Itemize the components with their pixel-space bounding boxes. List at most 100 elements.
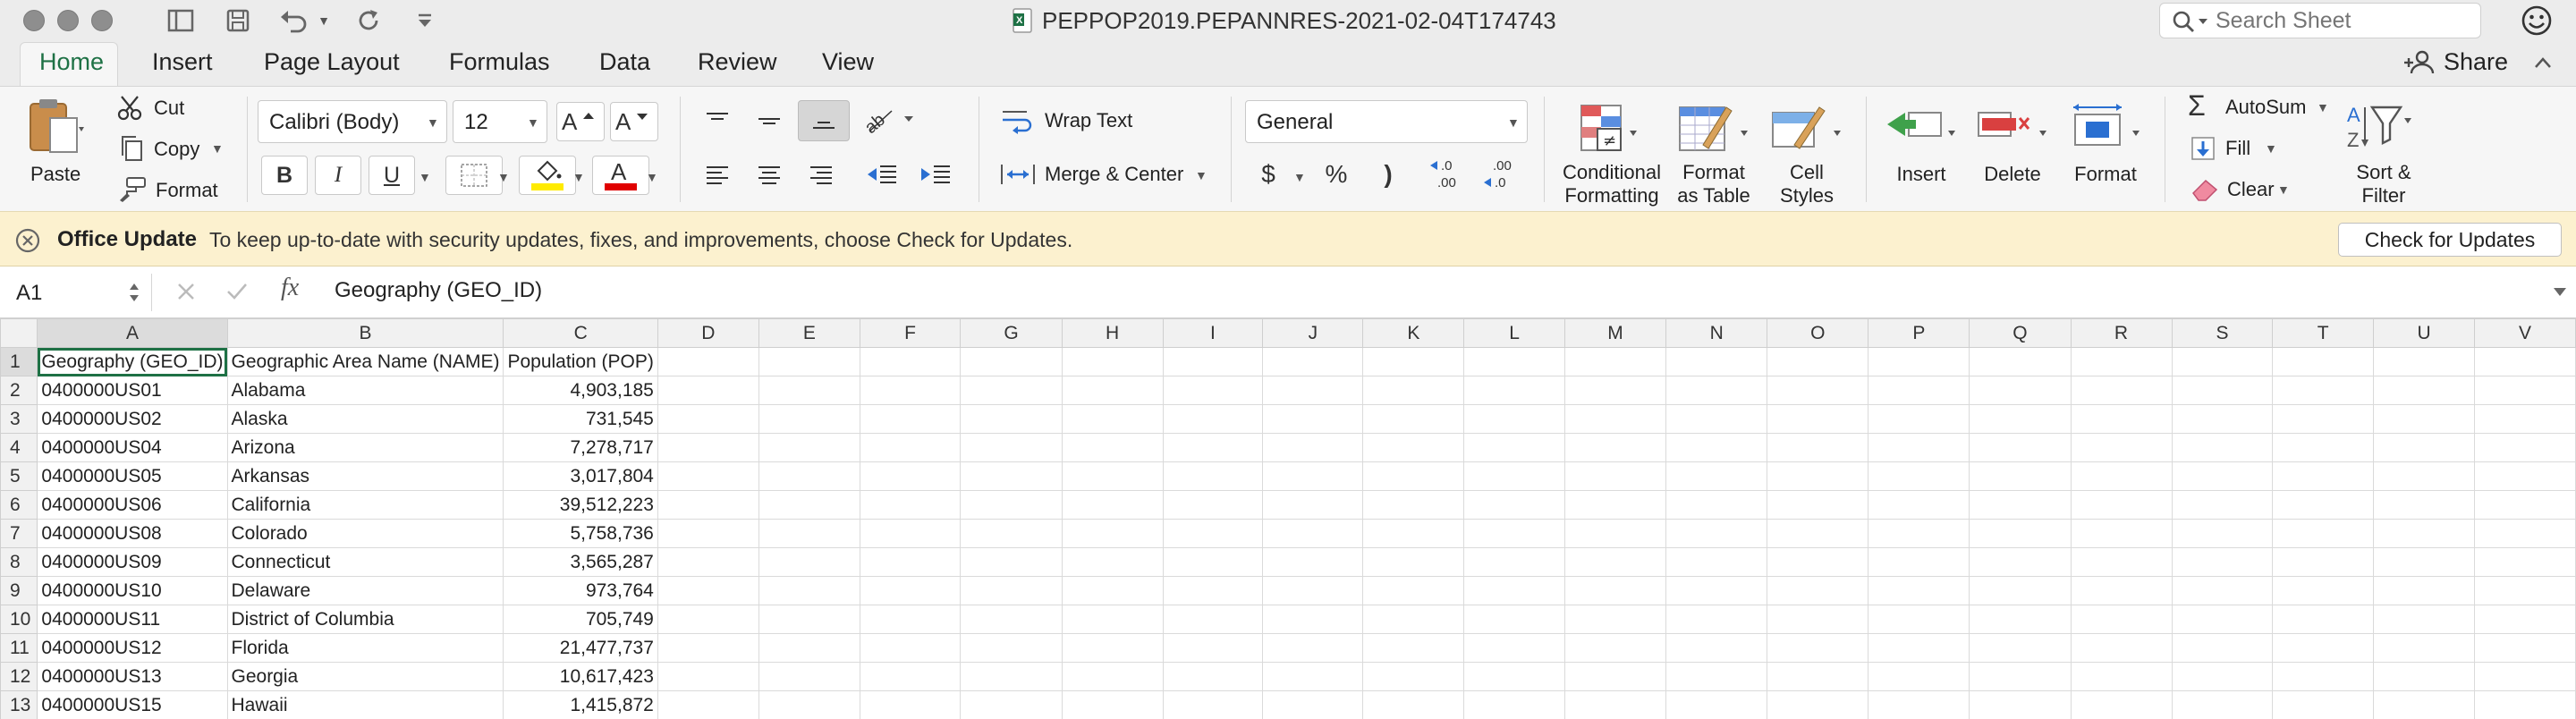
cell[interactable] [2373, 576, 2476, 605]
cell[interactable] [2171, 547, 2274, 577]
cell[interactable] [859, 633, 962, 663]
row-header[interactable]: 10 [0, 605, 38, 634]
cell[interactable] [2373, 433, 2476, 462]
check-for-updates-button[interactable]: Check for Updates [2338, 223, 2562, 257]
cell[interactable] [657, 404, 759, 434]
row-header[interactable]: 4 [0, 433, 38, 462]
cell[interactable]: Alabama [226, 376, 504, 405]
copy-button[interactable]: Copy ▼ [116, 134, 233, 165]
cell[interactable]: Arizona [226, 433, 504, 462]
cell[interactable] [1767, 490, 1869, 520]
cell[interactable] [758, 404, 860, 434]
cell[interactable] [758, 633, 860, 663]
cell[interactable] [1162, 347, 1264, 376]
cell[interactable] [2373, 461, 2476, 491]
cell[interactable] [1262, 605, 1364, 634]
cell[interactable] [1969, 576, 2072, 605]
paste-button[interactable]: Paste [18, 97, 98, 195]
cell[interactable] [2070, 662, 2173, 691]
cell[interactable] [1162, 690, 1264, 719]
cell[interactable] [2474, 404, 2576, 434]
share-button[interactable]: Share [2402, 48, 2563, 79]
cell[interactable] [2171, 605, 2274, 634]
cell[interactable] [960, 519, 1063, 548]
cell[interactable] [1262, 461, 1364, 491]
cell[interactable] [1061, 347, 1164, 376]
cell[interactable] [1665, 547, 1768, 577]
cell[interactable]: 21,477,737 [503, 633, 658, 663]
cell[interactable]: 5,758,736 [503, 519, 658, 548]
cell[interactable] [1362, 461, 1465, 491]
cell[interactable] [1262, 662, 1364, 691]
cell[interactable] [1262, 404, 1364, 434]
cell[interactable] [859, 461, 962, 491]
confirm-entry-icon[interactable] [225, 281, 249, 302]
cell[interactable] [859, 519, 962, 548]
cell[interactable] [1061, 547, 1164, 577]
cell[interactable] [2272, 433, 2375, 462]
row-header[interactable]: 13 [0, 690, 38, 719]
row-header[interactable]: 7 [0, 519, 38, 548]
column-header[interactable]: D [657, 318, 759, 348]
cell[interactable] [1665, 461, 1768, 491]
cell[interactable] [2070, 376, 2173, 405]
insert-function-button[interactable]: fx [281, 274, 299, 302]
cell[interactable] [1969, 547, 2072, 577]
font-size-dropdown[interactable]: 12 ▼ [453, 100, 547, 143]
cell[interactable] [1767, 404, 1869, 434]
cell[interactable] [1162, 519, 1264, 548]
cell[interactable] [657, 376, 759, 405]
cell[interactable] [758, 461, 860, 491]
cell[interactable]: 0400000US08 [37, 519, 228, 548]
cell[interactable] [960, 404, 1063, 434]
cell[interactable] [2272, 347, 2375, 376]
cell[interactable] [1463, 519, 1565, 548]
cell[interactable] [1162, 633, 1264, 663]
cell[interactable] [2373, 376, 2476, 405]
cell[interactable] [2272, 633, 2375, 663]
cell[interactable] [2171, 404, 2274, 434]
cell[interactable] [1262, 576, 1364, 605]
borders-dropdown-icon[interactable]: ▼ [497, 170, 510, 184]
cell[interactable] [2070, 347, 2173, 376]
cell[interactable] [1362, 376, 1465, 405]
cell[interactable]: 3,565,287 [503, 547, 658, 577]
cell[interactable] [2171, 633, 2274, 663]
tab-view[interactable]: View [822, 48, 874, 76]
cell[interactable] [1563, 519, 1667, 548]
cell[interactable]: 1,415,872 [503, 690, 658, 719]
column-header[interactable]: G [960, 318, 1063, 348]
cell[interactable] [657, 347, 759, 376]
cell[interactable] [960, 461, 1063, 491]
column-header[interactable]: Q [1969, 318, 2072, 348]
cell[interactable] [1868, 404, 1970, 434]
cell[interactable] [1061, 433, 1164, 462]
row-header[interactable]: 12 [0, 662, 38, 691]
cell[interactable] [2272, 605, 2375, 634]
align-right-button[interactable] [798, 154, 844, 195]
cell[interactable] [2171, 519, 2274, 548]
cell[interactable] [2373, 347, 2476, 376]
cell[interactable] [1868, 547, 1970, 577]
cancel-entry-icon[interactable] [175, 281, 197, 302]
chevron-up-icon[interactable] [2533, 55, 2553, 70]
cell[interactable] [960, 690, 1063, 719]
sort-filter-button[interactable]: AZ Sort & Filter [2334, 97, 2433, 207]
cell[interactable]: 39,512,223 [503, 490, 658, 520]
cell[interactable] [1463, 376, 1565, 405]
cell[interactable] [1362, 576, 1465, 605]
percent-format-button[interactable]: % [1313, 154, 1360, 195]
cell[interactable] [2474, 690, 2576, 719]
cell[interactable] [2070, 690, 2173, 719]
cell[interactable] [758, 690, 860, 719]
cell[interactable] [2171, 662, 2274, 691]
row-header[interactable]: 11 [0, 633, 38, 663]
cell[interactable] [2272, 519, 2375, 548]
number-format-dropdown[interactable]: General ▼ [1245, 100, 1528, 143]
cell[interactable] [1969, 404, 2072, 434]
cell[interactable] [2272, 576, 2375, 605]
cell[interactable] [1061, 404, 1164, 434]
cell[interactable] [1767, 376, 1869, 405]
column-header[interactable]: C [503, 318, 658, 348]
cell[interactable] [1767, 547, 1869, 577]
